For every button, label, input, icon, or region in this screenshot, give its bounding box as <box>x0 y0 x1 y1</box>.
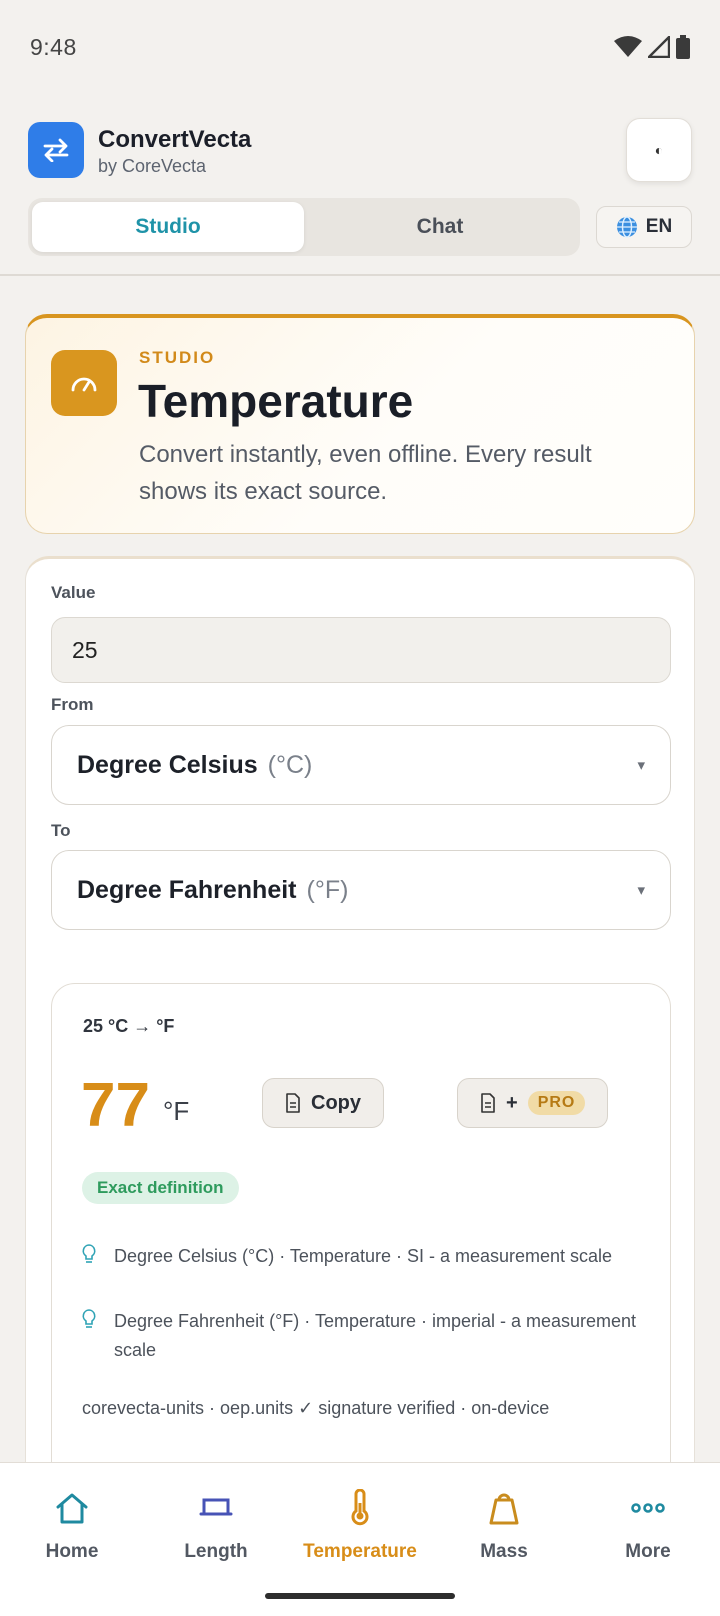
source-line: Degree Celsius (°C) · Temperature · SI -… <box>82 1242 642 1271</box>
globe-icon <box>616 216 637 238</box>
source-line: Degree Fahrenheit (°F) · Temperature · i… <box>82 1307 642 1365</box>
to-unit-select[interactable]: Degree Fahrenheit (°F) ▾ <box>51 850 671 930</box>
hero-description: Convert instantly, even offline. Every r… <box>139 441 592 505</box>
to-label: To <box>51 821 71 840</box>
hero-eyebrow: STUDIO <box>139 348 216 367</box>
value-input[interactable] <box>51 617 671 683</box>
provenance-text: corevecta-units · oep.units ✓ signature … <box>82 1398 550 1418</box>
home-icon <box>56 1493 88 1524</box>
exact-definition-badge: Exact definition <box>82 1172 239 1204</box>
add-to-document-pro-button[interactable]: + PRO <box>457 1078 609 1128</box>
status-bar: 9:48 <box>0 0 720 94</box>
nav-item-more[interactable]: More <box>576 1463 720 1616</box>
nav-label: Mass <box>480 1541 528 1562</box>
language-label: EN <box>645 216 673 237</box>
source-text: Degree Celsius (°C) · Temperature · SI -… <box>114 1246 613 1266</box>
to-unit-symbol: (°F) <box>306 875 349 904</box>
from-unit-name: Degree Celsius <box>77 750 258 779</box>
app-header: ConvertVecta by CoreVecta ◐ Studio Chat … <box>0 94 720 276</box>
app-name: ConvertVecta <box>98 126 252 153</box>
source-text: Degree Fahrenheit (°F) · Temperature · i… <box>114 1311 637 1360</box>
lightbulb-icon <box>82 1242 102 1271</box>
from-unit-symbol: (°C) <box>267 750 313 779</box>
page-title: Temperature <box>138 375 414 427</box>
pro-badge: PRO <box>527 1091 586 1115</box>
tab-chat[interactable]: Chat <box>304 202 576 252</box>
weight-bag-icon <box>489 1493 519 1525</box>
battery-icon <box>676 35 690 59</box>
ruler-icon <box>199 1498 233 1516</box>
document-icon <box>481 1093 495 1113</box>
chevron-down-icon: ▾ <box>637 882 645 899</box>
from-unit-select[interactable]: Degree Celsius (°C) ▾ <box>51 725 671 805</box>
app-logo <box>28 122 84 178</box>
to-unit-name: Degree Fahrenheit <box>77 875 297 904</box>
nav-label: Length <box>184 1541 248 1562</box>
hero-card: STUDIO Temperature Convert instantly, ev… <box>25 314 695 534</box>
copy-label: Copy <box>311 1091 361 1114</box>
nav-label: More <box>625 1541 671 1562</box>
nav-label: Home <box>45 1541 99 1562</box>
document-icon <box>286 1093 300 1113</box>
thermometer-icon <box>351 1489 369 1526</box>
signal-icon <box>648 36 670 58</box>
status-icons <box>614 35 690 59</box>
gauge-icon <box>51 350 117 416</box>
chevron-down-icon: ▾ <box>637 757 645 774</box>
result-unit: °F <box>163 1096 190 1126</box>
home-indicator[interactable] <box>265 1593 455 1599</box>
nav-item-home[interactable]: Home <box>0 1463 144 1616</box>
plus-label: + <box>506 1091 518 1114</box>
from-label: From <box>51 695 94 714</box>
lightbulb-icon <box>82 1307 102 1365</box>
result-heading: 25 °C → °F <box>83 1016 175 1036</box>
wifi-icon <box>614 36 642 57</box>
result-value: 77 <box>81 1071 150 1140</box>
tab-studio[interactable]: Studio <box>32 202 304 252</box>
nav-label: Temperature <box>303 1541 417 1562</box>
mode-tabs: Studio Chat <box>28 198 580 256</box>
value-label: Value <box>51 583 96 602</box>
swap-arrows-icon <box>43 138 69 162</box>
converter-card: Value From Degree Celsius (°C) ▾ To Degr… <box>25 556 695 1616</box>
copy-button[interactable]: Copy <box>262 1078 384 1128</box>
app-subtitle: by CoreVecta <box>98 156 207 176</box>
more-dots-icon <box>631 1503 665 1513</box>
theme-toggle-button[interactable]: ◐ <box>626 118 692 182</box>
status-time: 9:48 <box>30 33 77 60</box>
language-button[interactable]: EN <box>596 206 692 248</box>
